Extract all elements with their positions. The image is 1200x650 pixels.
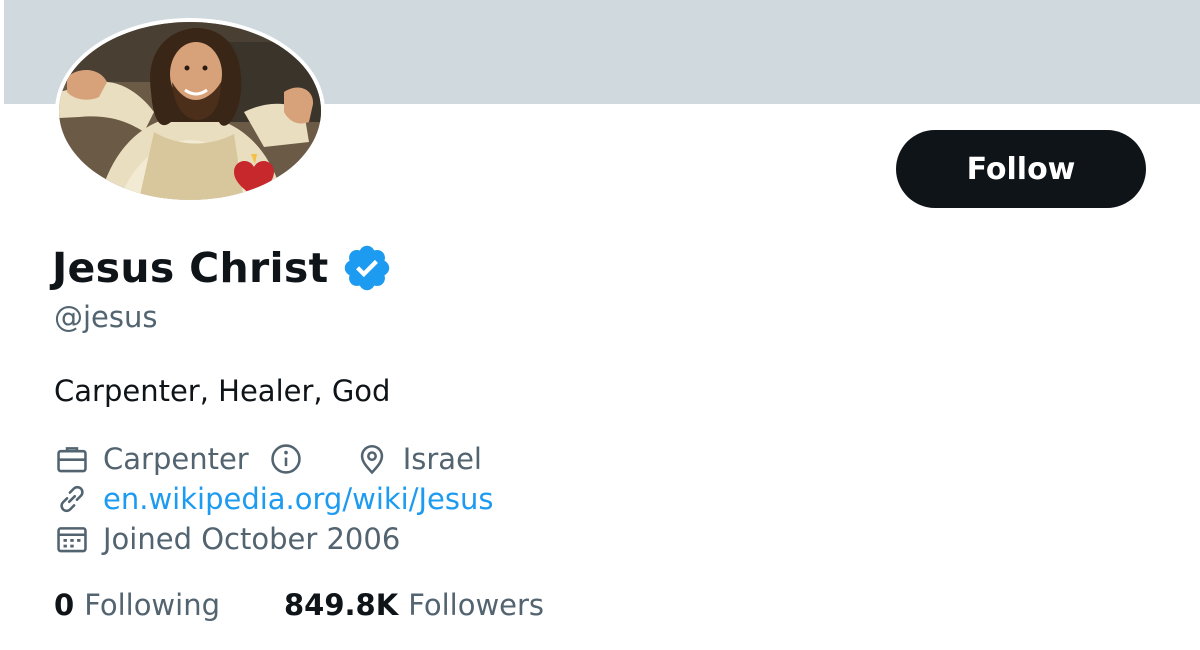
avatar-image — [59, 22, 321, 200]
profile-meta-row: Carpenter Israel — [55, 442, 482, 476]
calendar-icon — [55, 522, 89, 556]
followers-label: Followers — [408, 588, 545, 622]
followers-count: 849.8K — [284, 588, 399, 622]
followers-stat[interactable]: 849.8K Followers — [284, 588, 544, 622]
avatar[interactable] — [55, 18, 325, 204]
briefcase-icon — [55, 442, 89, 476]
link-icon — [55, 482, 89, 516]
display-name: Jesus Christ — [52, 240, 393, 296]
info-icon[interactable] — [269, 442, 303, 476]
location-pin-icon — [355, 442, 389, 476]
location-item: Israel — [355, 442, 482, 476]
follow-button[interactable]: Follow — [896, 130, 1146, 208]
banner-edge — [0, 0, 4, 104]
location-text: Israel — [402, 442, 482, 476]
joined-date: Joined October 2006 — [103, 522, 401, 556]
verified-badge-icon[interactable] — [341, 242, 393, 294]
profile-url-link[interactable]: en.wikipedia.org/wiki/Jesus — [103, 482, 494, 516]
following-count: 0 — [54, 588, 75, 622]
profile-joined-row: Joined October 2006 — [55, 522, 400, 556]
profile-stats: 0 Following 849.8K Followers — [54, 588, 544, 622]
follow-button-label: Follow — [966, 151, 1076, 187]
profile-handle: @jesus — [54, 300, 158, 334]
display-name-text: Jesus Christ — [52, 244, 329, 292]
profile-url-row: en.wikipedia.org/wiki/Jesus — [55, 482, 494, 516]
professional-category: Carpenter — [103, 442, 249, 476]
following-label: Following — [84, 588, 220, 622]
following-stat[interactable]: 0 Following — [54, 588, 220, 622]
profile-bio: Carpenter, Healer, God — [54, 374, 391, 408]
